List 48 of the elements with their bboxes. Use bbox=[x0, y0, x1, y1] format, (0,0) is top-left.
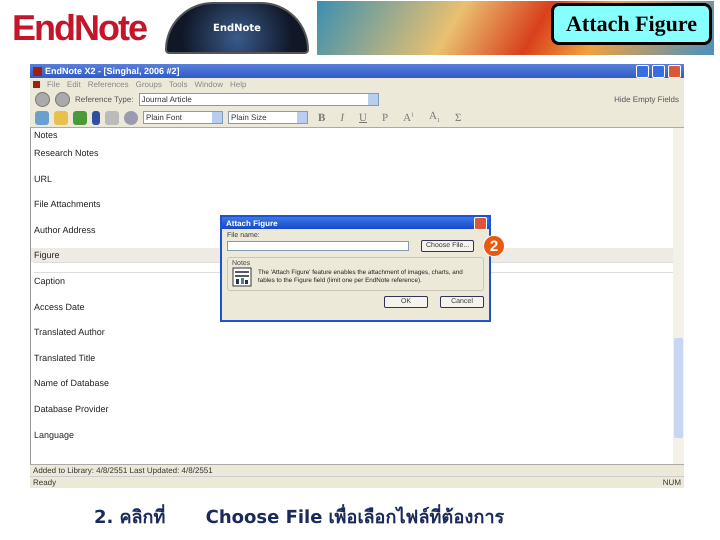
field-label[interactable]: Notes bbox=[34, 128, 58, 142]
field-label[interactable]: Author Address bbox=[34, 222, 96, 237]
format-button[interactable]: A$^{1}$ bbox=[398, 112, 420, 124]
format-button[interactable]: Σ bbox=[450, 112, 466, 124]
toolbar-icon[interactable] bbox=[92, 110, 100, 124]
figure-icon bbox=[232, 267, 252, 287]
field-label[interactable]: Name of Database bbox=[34, 376, 110, 390]
close-button[interactable] bbox=[474, 216, 487, 230]
format-button[interactable]: B bbox=[313, 112, 330, 124]
step-number-text: 2. คลิกที่ bbox=[94, 502, 166, 531]
endnote-logo: EndNote bbox=[12, 7, 148, 49]
format-button[interactable]: P bbox=[376, 112, 394, 124]
maximize-button[interactable] bbox=[652, 64, 665, 78]
dial-logo-drawing: EndNote bbox=[165, 2, 309, 54]
format-button[interactable]: A$_{1}$ bbox=[424, 110, 445, 125]
format-button[interactable]: U bbox=[354, 112, 372, 124]
slide-title: Attach Figure bbox=[551, 3, 712, 45]
back-button[interactable] bbox=[35, 92, 50, 106]
file-name-field[interactable] bbox=[227, 241, 409, 251]
field-label[interactable]: Figure bbox=[34, 248, 60, 262]
scrollbar[interactable] bbox=[673, 128, 684, 464]
dialog-title: Attach Figure bbox=[226, 218, 278, 228]
field-label[interactable]: Database Provider bbox=[34, 402, 109, 416]
format-button[interactable]: I bbox=[335, 112, 350, 124]
status-text: Ready bbox=[33, 477, 56, 488]
num-lock-indicator: NUM bbox=[662, 477, 681, 488]
instruction-text: Choose File เพื่อเลือกไฟล์ที่ต้องการ bbox=[206, 502, 505, 531]
field-label[interactable]: Caption bbox=[34, 274, 66, 288]
field-label[interactable]: Translated Title bbox=[34, 350, 96, 365]
close-button[interactable] bbox=[668, 64, 681, 78]
app-icon bbox=[33, 66, 42, 76]
field-label[interactable]: Access Date bbox=[34, 300, 85, 314]
field-label[interactable]: Language bbox=[34, 428, 74, 442]
field-label[interactable]: Translated Author bbox=[34, 325, 105, 340]
minimize-button[interactable] bbox=[636, 64, 649, 78]
record-dates: Added to Library: 4/8/2551 Last Updated: 4/8/2551 bbox=[30, 464, 684, 476]
forward-button[interactable] bbox=[55, 92, 70, 106]
reference-type-label: Reference Type: bbox=[75, 94, 134, 104]
font-dropdown[interactable]: Plain Font bbox=[143, 111, 223, 124]
field-label[interactable]: URL bbox=[34, 172, 52, 186]
size-dropdown[interactable]: Plain Size bbox=[228, 111, 308, 124]
hide-empty-fields-link[interactable]: Hide Empty Fields bbox=[614, 94, 679, 104]
field-label[interactable]: Research Notes bbox=[34, 146, 99, 160]
window-title: EndNote X2 - [Singhal, 2006 #2] bbox=[45, 66, 181, 76]
field-label[interactable]: File Attachments bbox=[34, 197, 101, 212]
step-badge: 2 bbox=[483, 235, 505, 257]
reference-type-dropdown[interactable]: Journal Article bbox=[138, 92, 379, 106]
document-icon bbox=[33, 80, 40, 88]
